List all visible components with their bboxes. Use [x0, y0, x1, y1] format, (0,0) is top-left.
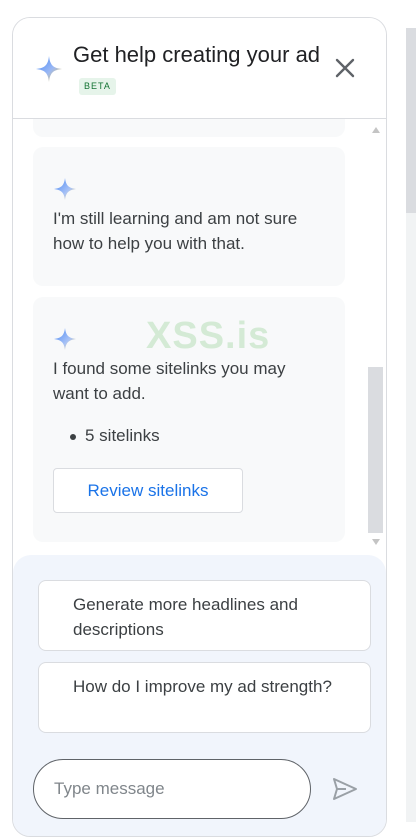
review-sitelinks-button[interactable]: Review sitelinks	[53, 468, 243, 513]
panel-header: Get help creating your adBETA	[13, 18, 386, 119]
scroll-down-arrow-icon[interactable]	[372, 539, 380, 545]
page-scrollbar-thumb[interactable]	[406, 28, 416, 213]
sparkle-icon	[36, 56, 62, 82]
close-icon[interactable]	[333, 56, 357, 80]
message-text: I found some sitelinks you may want to a…	[53, 359, 286, 403]
message-input[interactable]	[54, 760, 294, 818]
suggestion-chip[interactable]: Generate more headlines and descriptions	[38, 580, 371, 651]
list-item: 5 sitelinks	[70, 424, 160, 448]
scroll-up-arrow-icon[interactable]	[372, 127, 380, 133]
suggestion-chip[interactable]: How do I improve my ad strength?	[38, 662, 371, 733]
chat-history[interactable]: I'm still learning and am not sure how t…	[13, 119, 386, 555]
page-scrollbar[interactable]	[406, 28, 416, 822]
chat-scrollbar-thumb[interactable]	[368, 367, 383, 533]
assistant-message: I'm still learning and am not sure how t…	[33, 147, 345, 286]
sparkle-icon	[54, 178, 76, 200]
chat-scrollbar[interactable]	[368, 119, 384, 555]
beta-badge: BETA	[79, 77, 116, 95]
sparkle-icon	[54, 328, 76, 350]
send-icon[interactable]	[331, 775, 359, 803]
message-text: I'm still learning and am not sure how t…	[53, 209, 298, 253]
composer-area: Generate more headlines and descriptions…	[13, 555, 386, 836]
assistant-panel: Get help creating your adBETA I'm still …	[12, 17, 387, 837]
message-input-wrapper[interactable]	[33, 759, 311, 819]
watermark: XSS.is	[146, 315, 271, 357]
panel-title: Get help creating your adBETA	[73, 40, 323, 100]
previous-message-card	[33, 119, 345, 137]
